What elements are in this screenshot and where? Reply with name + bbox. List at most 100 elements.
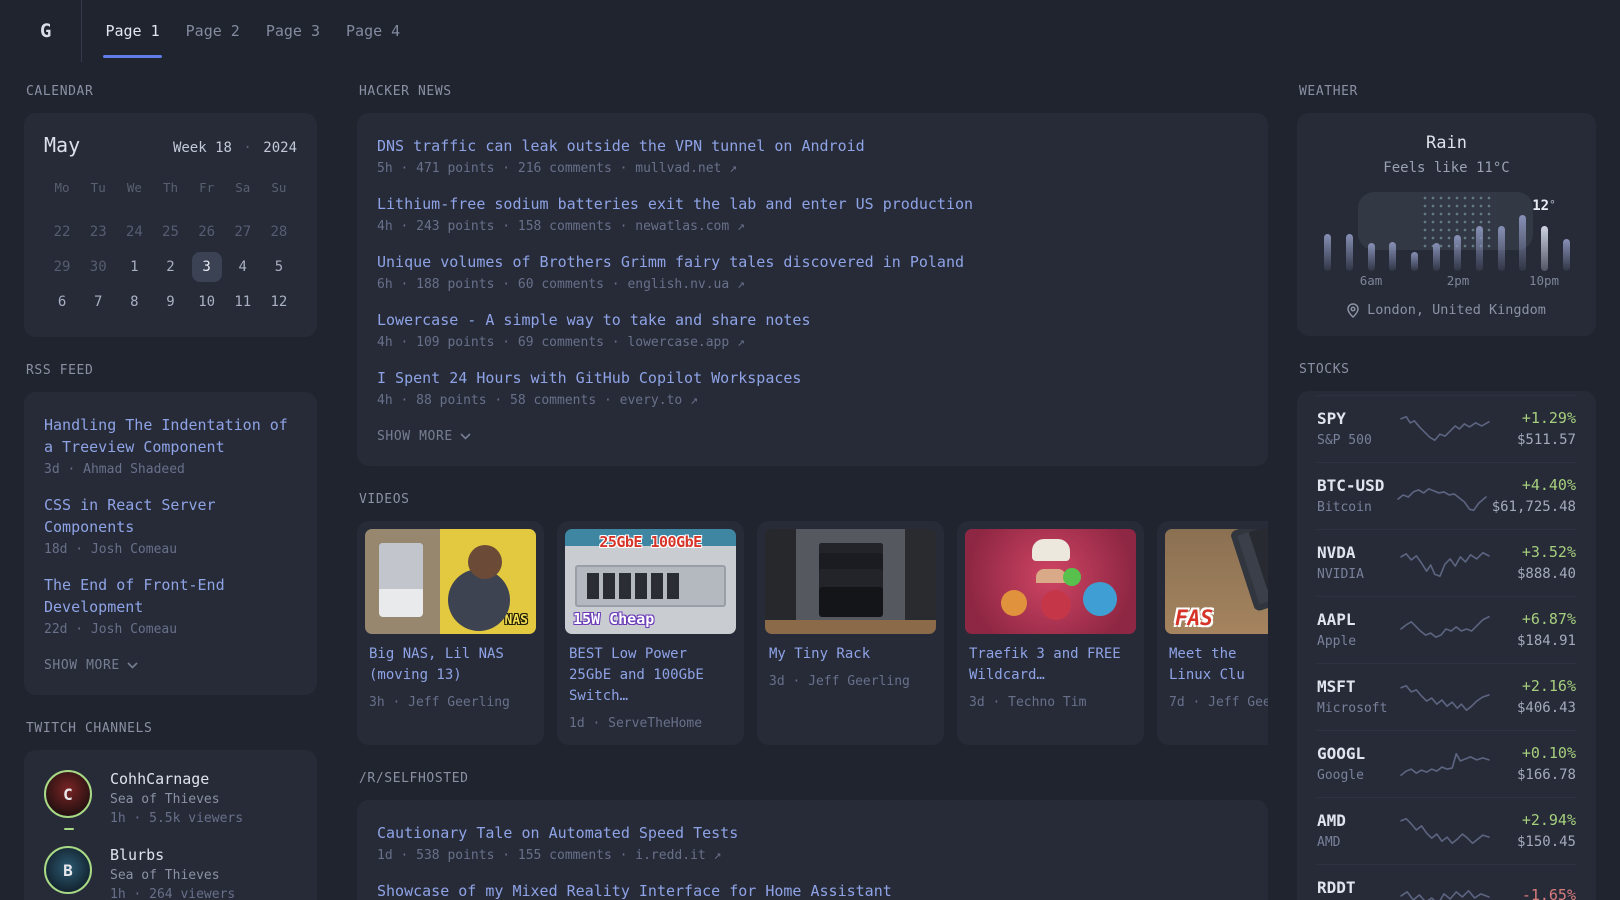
calendar-day[interactable]: 25 bbox=[155, 217, 185, 247]
page-tab[interactable]: Page 4 bbox=[344, 0, 402, 62]
calendar-day[interactable]: 28 bbox=[264, 217, 294, 247]
page-tab[interactable]: Page 2 bbox=[184, 0, 242, 62]
stock-price: $511.57 bbox=[1516, 432, 1576, 448]
video-card[interactable]: FAS Meet the Linux Clu 7d · Jeff Geerlin… bbox=[1157, 521, 1268, 745]
hn-show-more-button[interactable]: SHOW MORE bbox=[377, 425, 1248, 450]
calendar-weekday-row: Mo Tu We Th Fr Sa Su bbox=[44, 175, 297, 199]
calendar-day[interactable]: 9 bbox=[155, 287, 185, 317]
twitch-channel-info: CohhCarnage Sea of Thieves 1h · 5.5k vie… bbox=[110, 770, 243, 826]
stock-row[interactable]: AAPL Apple +6.87% $184.91 bbox=[1317, 596, 1576, 663]
chevron-down-icon bbox=[460, 433, 471, 440]
calendar-day[interactable]: 6 bbox=[47, 287, 77, 317]
rss-show-more-button[interactable]: SHOW MORE bbox=[44, 654, 297, 679]
calendar-day[interactable]: 23 bbox=[83, 217, 113, 247]
hn-item: Unique volumes of Brothers Grimm fairy t… bbox=[377, 251, 1248, 292]
hn-item-title[interactable]: Lowercase - A simple way to take and sha… bbox=[377, 309, 1248, 331]
video-card[interactable]: My Tiny Rack 3d · Jeff Geerling bbox=[757, 521, 944, 745]
page-tab-label: Page 2 bbox=[185, 22, 240, 40]
hn-item-title[interactable]: Unique volumes of Brothers Grimm fairy t… bbox=[377, 251, 1248, 273]
rss-item-title[interactable]: The End of Front-End Development bbox=[44, 574, 297, 618]
stocks-section-label: STOCKS bbox=[1299, 362, 1350, 377]
weather-bars bbox=[1317, 207, 1577, 271]
stock-name: Bitcoin bbox=[1317, 500, 1372, 515]
calendar-day[interactable]: 11 bbox=[228, 287, 258, 317]
twitch-channel-meta: 1h · 264 viewers bbox=[110, 887, 236, 900]
axis-label-2pm: 2pm bbox=[1446, 273, 1470, 288]
stock-symbol: AMD bbox=[1317, 811, 1346, 830]
weekday-label: Th bbox=[162, 179, 179, 195]
stock-change-percent: +4.40% bbox=[1521, 476, 1576, 494]
rss-item-title[interactable]: Handling The Indentation of a Treeview C… bbox=[44, 414, 297, 458]
stock-id: AMD AMD bbox=[1317, 811, 1399, 850]
video-title[interactable]: My Tiny Rack bbox=[769, 644, 932, 665]
stock-values: +0.10% $166.78 bbox=[1495, 744, 1576, 783]
reddit-item-title[interactable]: Showcase of my Mixed Reality Interface f… bbox=[377, 880, 1248, 900]
calendar-day[interactable]: 10 bbox=[192, 287, 222, 317]
stock-values: +1.29% $511.57 bbox=[1495, 409, 1576, 448]
weather-bar bbox=[1389, 242, 1397, 271]
hn-item-meta: 4h · 243 points · 158 comments · newatla… bbox=[377, 219, 745, 234]
twitch-channel-row[interactable]: C CohhCarnage Sea of Thieves 1h · 5.5k v… bbox=[44, 770, 297, 832]
video-title[interactable]: Meet the Linux Clu bbox=[1169, 644, 1268, 686]
video-card[interactable]: 25GbE 100GbE 15W Cheap BEST Low Power 25… bbox=[557, 521, 744, 745]
stock-row[interactable]: RDDT Reddit -1.65% bbox=[1317, 864, 1576, 900]
stock-row[interactable]: NVDA NVIDIA +3.52% $888.40 bbox=[1317, 529, 1576, 596]
weather-hourly-chart: 12° 6am 2pm 10pm bbox=[1317, 192, 1577, 288]
calendar-day[interactable]: 8 bbox=[119, 287, 149, 317]
stock-row[interactable]: BTC-USD Bitcoin +4.40% $61,725.48 bbox=[1317, 462, 1576, 529]
stock-price: $61,725.48 bbox=[1491, 499, 1576, 515]
calendar-day[interactable]: 29 bbox=[47, 252, 77, 282]
calendar-day[interactable]: 2 bbox=[155, 252, 185, 282]
top-nav: G Page 1 Page 2 Page 3 Page 4 bbox=[0, 0, 1620, 62]
stock-row[interactable]: MSFT Microsoft +2.16% $406.43 bbox=[1317, 663, 1576, 730]
calendar-day[interactable]: 12 bbox=[264, 287, 294, 317]
calendar-day[interactable]: 3 bbox=[191, 252, 222, 282]
calendar-day[interactable]: 22 bbox=[47, 217, 77, 247]
calendar-day[interactable]: 4 bbox=[228, 252, 258, 282]
calendar-day[interactable]: 27 bbox=[228, 217, 258, 247]
reddit-item-title[interactable]: Cautionary Tale on Automated Speed Tests bbox=[377, 822, 1248, 844]
stock-values: +4.40% $61,725.48 bbox=[1492, 476, 1576, 515]
video-card[interactable]: Traefik 3 and FREE Wildcard… 3d · Techno… bbox=[957, 521, 1144, 745]
weather-bar bbox=[1324, 233, 1332, 271]
calendar-day[interactable]: 24 bbox=[119, 217, 149, 247]
video-title[interactable]: Big NAS, Lil NAS (moving 13) bbox=[369, 644, 532, 686]
video-title[interactable]: Traefik 3 and FREE Wildcard… bbox=[969, 644, 1132, 686]
weather-bar bbox=[1497, 225, 1505, 271]
stock-row[interactable]: GOOGL Google +0.10% $166.78 bbox=[1317, 730, 1576, 797]
twitch-channel-name[interactable]: CohhCarnage bbox=[110, 770, 243, 788]
hn-item-title[interactable]: Lithium-free sodium batteries exit the l… bbox=[377, 193, 1248, 215]
twitch-channel-name[interactable]: Blurbs bbox=[110, 846, 235, 864]
hn-item-title[interactable]: DNS traffic can leak outside the VPN tun… bbox=[377, 135, 1248, 157]
video-card[interactable]: LIL NAS Big NAS, Lil NAS (moving 13) 3h … bbox=[357, 521, 544, 745]
stock-sparkline bbox=[1399, 615, 1490, 638]
stock-row[interactable]: SPY S&P 500 +1.29% $511.57 bbox=[1317, 395, 1576, 462]
reddit-item: Showcase of my Mixed Reality Interface f… bbox=[377, 880, 1248, 900]
video-thumbnail: FAS bbox=[1165, 529, 1268, 634]
calendar-day[interactable]: 5 bbox=[264, 252, 294, 282]
twitch-channel-row[interactable]: B Blurbs Sea of Thieves 1h · 264 viewers bbox=[44, 846, 297, 900]
calendar-day[interactable]: 7 bbox=[83, 287, 113, 317]
avatar: C bbox=[44, 770, 92, 818]
app-logo[interactable]: G bbox=[24, 0, 83, 62]
weather-bar bbox=[1454, 234, 1462, 271]
stock-row[interactable]: AMD AMD +2.94% $150.45 bbox=[1317, 797, 1576, 864]
stock-symbol: RDDT bbox=[1317, 878, 1356, 897]
weather-bar bbox=[1410, 252, 1418, 271]
calendar-day[interactable]: 1 bbox=[119, 252, 149, 282]
stock-id: AAPL Apple bbox=[1317, 610, 1399, 649]
page-tab[interactable]: Page 3 bbox=[264, 0, 322, 62]
stock-values: +2.94% $150.45 bbox=[1495, 811, 1576, 850]
weather-bar bbox=[1367, 242, 1375, 271]
rss-item-title[interactable]: CSS in React Server Components bbox=[44, 494, 297, 538]
reddit-item: Cautionary Tale on Automated Speed Tests… bbox=[377, 822, 1248, 863]
calendar-day[interactable]: 26 bbox=[192, 217, 222, 247]
calendar-section-label: CALENDAR bbox=[26, 84, 94, 99]
hn-item-title[interactable]: I Spent 24 Hours with GitHub Copilot Wor… bbox=[377, 367, 1248, 389]
video-title[interactable]: BEST Low Power 25GbE and 100GbE Switch… bbox=[569, 644, 732, 707]
calendar-day[interactable]: 30 bbox=[83, 252, 113, 282]
page-tab[interactable]: Page 1 bbox=[103, 0, 162, 62]
dashboard: CALENDAR May Week 18 · 2024 Mo Tu We Th Fr Sa… bbox=[0, 62, 1620, 900]
chevron-down-icon bbox=[127, 662, 138, 669]
axis-label-10pm: 10pm bbox=[1528, 273, 1560, 288]
